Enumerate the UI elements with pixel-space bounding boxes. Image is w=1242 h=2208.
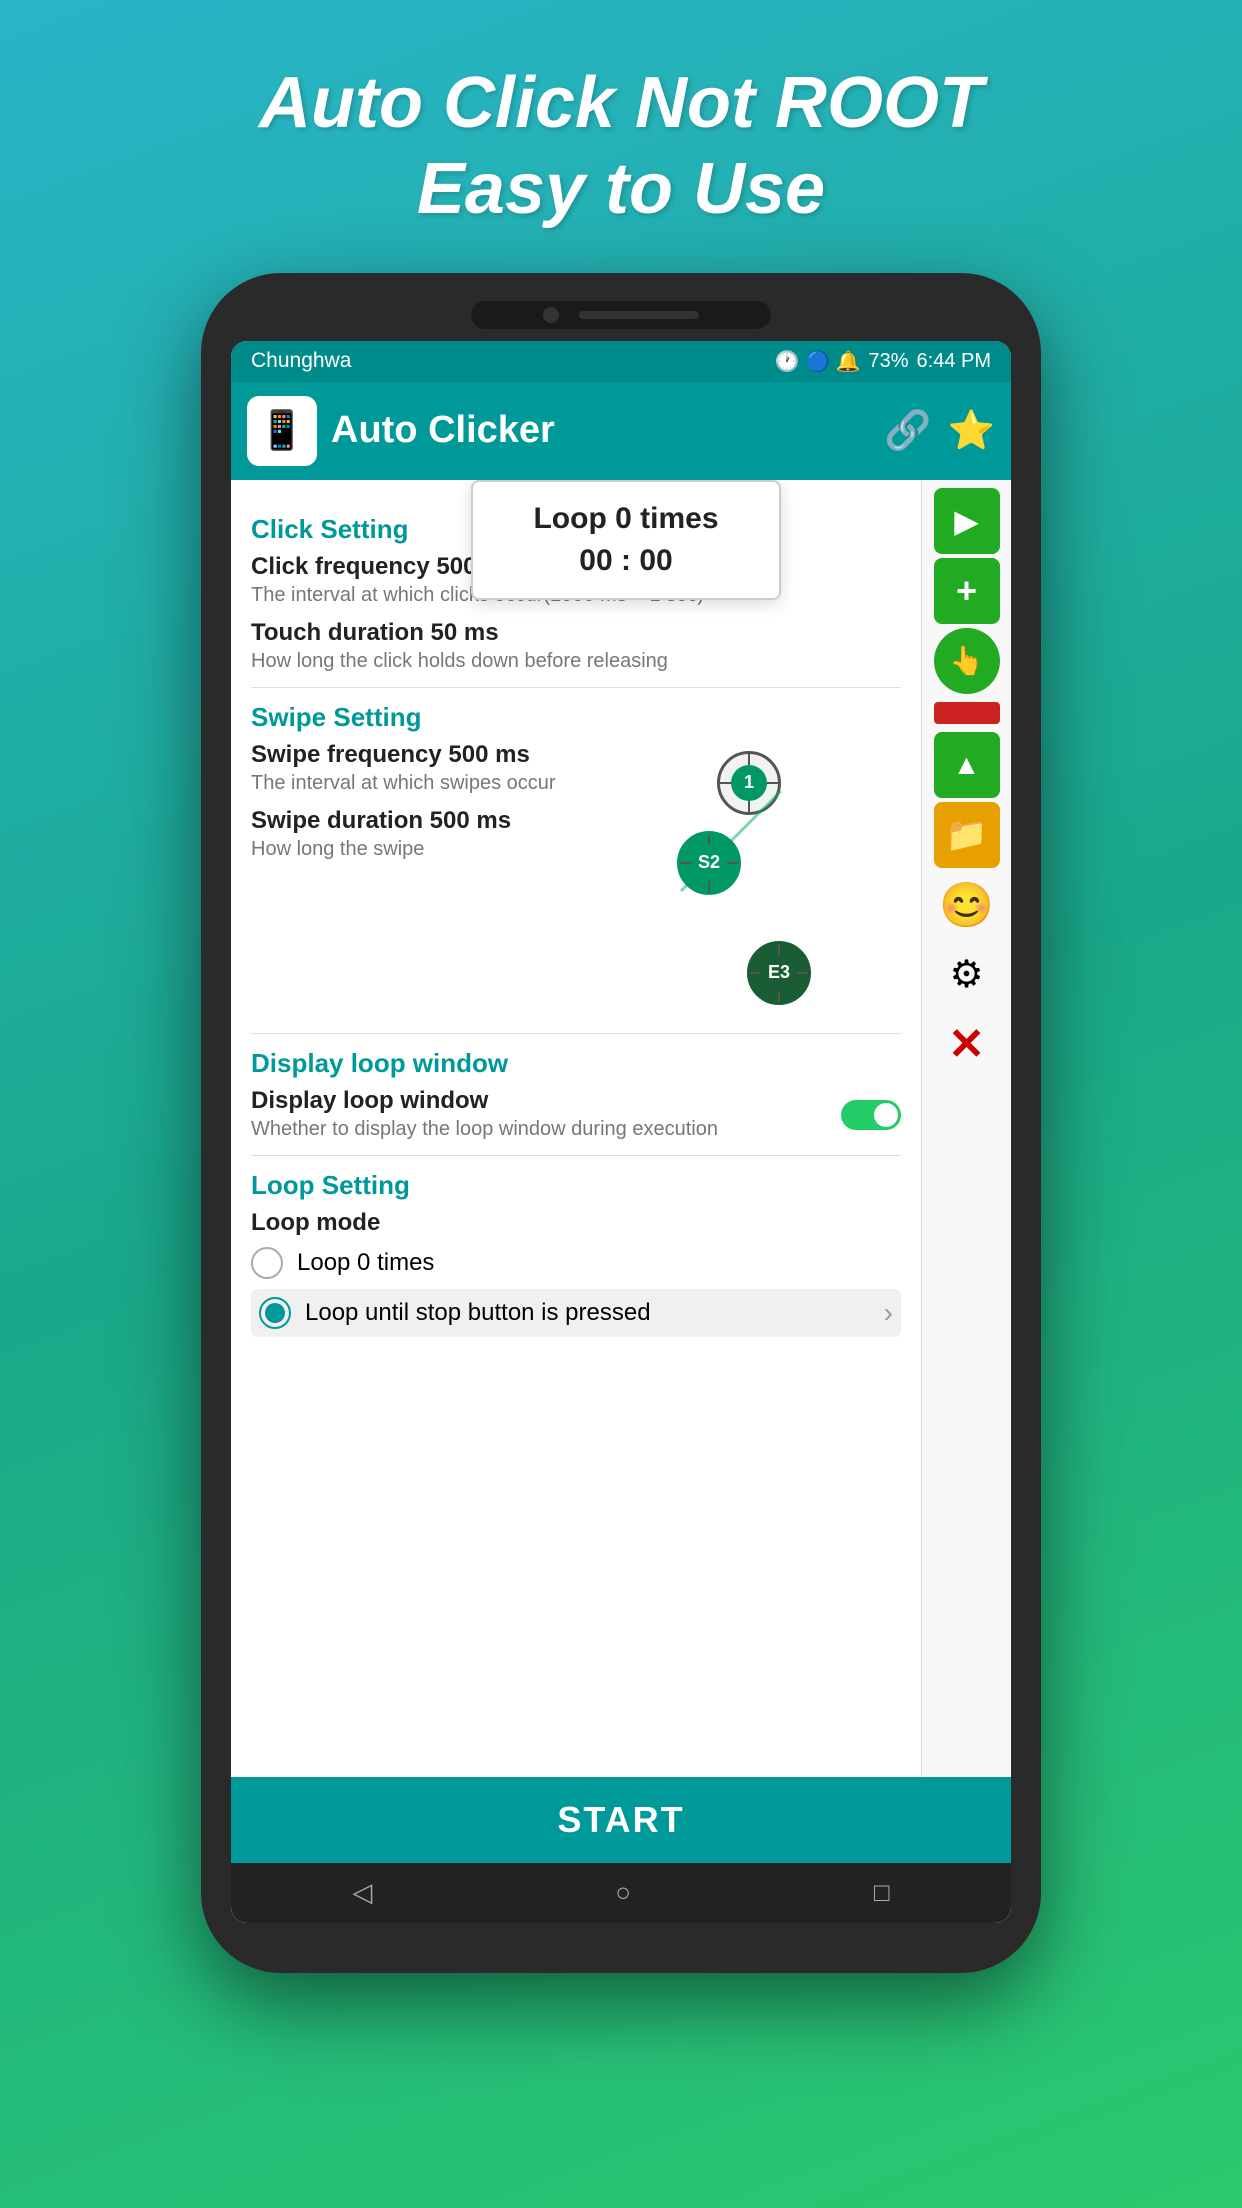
- swipe-frequency-row: Swipe frequency 500 ms The interval at w…: [251, 741, 901, 797]
- swipe-setting-area: Swipe frequency 500 ms The interval at w…: [251, 741, 901, 1021]
- divider-2: [251, 1033, 901, 1034]
- swipe-duration-label: Swipe duration 500 ms: [251, 807, 901, 835]
- plus-icon: +: [956, 570, 977, 612]
- side-toolbar: ▶ + 👆 ▲ 📁 😊: [921, 480, 1011, 1777]
- page-background: Auto Click Not ROOT Easy to Use Chunghwa…: [201, 0, 1041, 1973]
- app-bar-icons: 🔗 ⭐: [884, 409, 995, 453]
- folder-button[interactable]: 📁: [934, 802, 1000, 868]
- arrow-up-button[interactable]: ▲: [934, 732, 1000, 798]
- gear-button[interactable]: ⚙: [934, 942, 1000, 1008]
- emoji-button[interactable]: 😊: [934, 872, 1000, 938]
- loop-overlay-time: 00 : 00: [493, 544, 759, 578]
- crosshair-1: 1: [717, 751, 781, 815]
- folder-icon: 📁: [945, 815, 987, 855]
- swipe-frequency-desc: The interval at which swipes occur: [251, 769, 901, 797]
- arrow-up-icon: ▲: [953, 749, 981, 781]
- recent-button[interactable]: □: [874, 1877, 890, 1908]
- display-loop-toggle[interactable]: [841, 1100, 901, 1130]
- content-area: Loop 0 times 00 : 00 Click Setting Click…: [231, 480, 1011, 1777]
- bottom-nav: ◁ ○ □: [231, 1863, 1011, 1923]
- time-label: 6:44 PM: [917, 350, 991, 373]
- app-icon: 📱: [247, 396, 317, 466]
- chevron-right-icon: ›: [884, 1297, 893, 1329]
- loop-option-1-row[interactable]: Loop 0 times: [251, 1247, 901, 1279]
- crosshair-e3-label: E3: [761, 955, 797, 991]
- app-title: Auto Clicker: [331, 409, 870, 452]
- play-button[interactable]: ▶: [934, 488, 1000, 554]
- loop-option-2-row[interactable]: Loop until stop button is pressed ›: [251, 1289, 901, 1337]
- loop-mode-label: Loop mode: [251, 1209, 901, 1237]
- swipe-node-e3[interactable]: E3: [747, 941, 811, 1005]
- speaker-bar: [579, 311, 699, 319]
- touch-duration-label: Touch duration 50 ms: [251, 619, 901, 647]
- loop-option-1-label: Loop 0 times: [297, 1249, 434, 1277]
- loop-overlay: Loop 0 times 00 : 00: [471, 480, 781, 600]
- carrier-label: Chunghwa: [251, 349, 351, 373]
- display-loop-content: Display loop window Whether to display t…: [251, 1087, 718, 1143]
- loop-option-1-radio[interactable]: [251, 1247, 283, 1279]
- emoji-icon: 😊: [939, 879, 994, 931]
- radio-inner: [265, 1303, 285, 1323]
- swipe-frequency-label: Swipe frequency 500 ms: [251, 741, 901, 769]
- loop-overlay-title: Loop 0 times: [493, 502, 759, 536]
- add-button[interactable]: +: [934, 558, 1000, 624]
- display-loop-header: Display loop window: [251, 1048, 901, 1079]
- divider-3: [251, 1155, 901, 1156]
- play-icon: ▶: [954, 502, 979, 540]
- share-icon[interactable]: 🔗: [884, 409, 931, 453]
- status-right: 🕐 🔵 🔔 73% 6:44 PM: [775, 349, 991, 374]
- crosshair-s2: S2: [677, 831, 741, 895]
- close-button[interactable]: ✕: [934, 1012, 1000, 1078]
- touch-duration-desc: How long the click holds down before rel…: [251, 647, 901, 675]
- phone-camera-bar: [471, 301, 771, 329]
- divider-1: [251, 687, 901, 688]
- display-loop-row: Display loop window Whether to display t…: [251, 1087, 901, 1143]
- display-loop-label: Display loop window: [251, 1087, 718, 1115]
- hand-icon: 👆: [949, 644, 984, 677]
- status-icons: 🕐 🔵 🔔: [775, 349, 861, 374]
- record-button[interactable]: 👆: [934, 628, 1000, 694]
- loop-option-2-radio[interactable]: [259, 1297, 291, 1329]
- close-icon: ✕: [948, 1019, 985, 1070]
- battery-label: 73%: [868, 350, 908, 373]
- crosshair-e3: E3: [747, 941, 811, 1005]
- page-header: Auto Click Not ROOT Easy to Use: [201, 60, 1041, 233]
- touch-duration-row: Touch duration 50 ms How long the click …: [251, 619, 901, 675]
- status-bar: Chunghwa 🕐 🔵 🔔 73% 6:44 PM: [231, 341, 1011, 382]
- star-icon[interactable]: ⭐: [948, 409, 995, 453]
- start-button[interactable]: START: [231, 1777, 1011, 1863]
- main-scroll[interactable]: Click Setting Click frequency 500 ms The…: [231, 480, 921, 1777]
- back-button[interactable]: ◁: [352, 1877, 372, 1908]
- loop-option-2-label: Loop until stop button is pressed: [305, 1299, 651, 1327]
- camera-dot: [543, 307, 559, 323]
- crosshair-s2-label: S2: [691, 845, 727, 881]
- page-title: Auto Click Not ROOT Easy to Use: [201, 60, 1041, 233]
- gear-icon: ⚙: [949, 952, 983, 997]
- loop-setting-header: Loop Setting: [251, 1170, 901, 1201]
- crosshair-1-label: 1: [731, 765, 767, 801]
- swipe-duration-row: Swipe duration 500 ms How long the swipe: [251, 807, 901, 863]
- app-bar: 📱 Auto Clicker 🔗 ⭐: [231, 382, 1011, 480]
- swipe-node-s2[interactable]: S2: [677, 831, 741, 895]
- stop-bar-button[interactable]: [934, 702, 1000, 724]
- home-button[interactable]: ○: [615, 1877, 631, 1908]
- phone-screen: Chunghwa 🕐 🔵 🔔 73% 6:44 PM 📱 Auto Clicke…: [231, 341, 1011, 1923]
- swipe-duration-desc: How long the swipe: [251, 835, 901, 863]
- swipe-node-1[interactable]: 1: [717, 751, 781, 815]
- phone-shell: Chunghwa 🕐 🔵 🔔 73% 6:44 PM 📱 Auto Clicke…: [201, 273, 1041, 1973]
- display-loop-desc: Whether to display the loop window durin…: [251, 1115, 718, 1143]
- swipe-setting-header: Swipe Setting: [251, 702, 901, 733]
